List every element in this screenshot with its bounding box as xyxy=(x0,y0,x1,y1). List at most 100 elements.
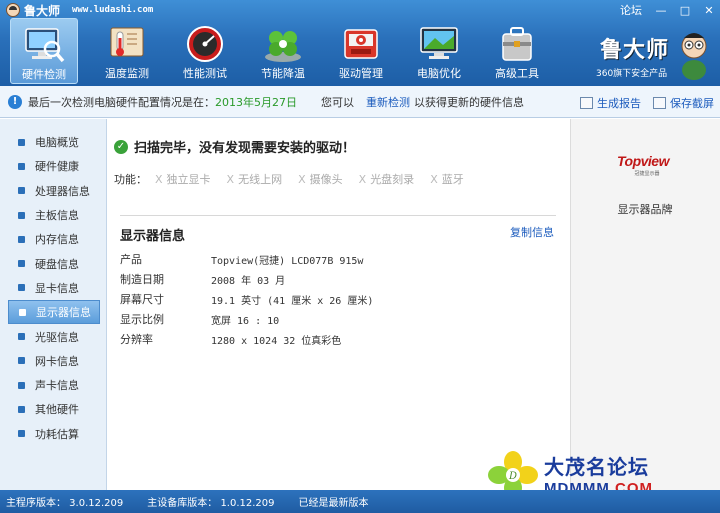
main-version: 主程序版本： 3.0.12.209 xyxy=(6,498,124,509)
cross-icon: X xyxy=(155,173,163,186)
app-url: www.ludashi.com xyxy=(72,5,154,15)
toolbox-icon xyxy=(502,27,532,61)
clover-icon xyxy=(265,31,301,62)
nav-label: 电脑优化 xyxy=(417,67,461,80)
bullet-icon xyxy=(18,430,25,438)
feature-item: X 蓝牙 xyxy=(430,173,464,186)
bullet-icon xyxy=(18,333,25,341)
nav-performance[interactable]: 性能测试 xyxy=(166,18,244,84)
info-suffix-text: 以获得更新的硬件信息 xyxy=(414,95,524,109)
sidebar: 电脑概览 硬件健康 处理器信息 主板信息 内存信息 硬盘信息 显卡信息 显示器信… xyxy=(0,119,107,490)
vendor-panel: Topview 冠捷显示器 显示器品牌 xyxy=(570,119,720,490)
nav-optimize[interactable]: 电脑优化 xyxy=(400,18,478,84)
features-label: 功能： xyxy=(114,173,147,186)
nav-energy[interactable]: 节能降温 xyxy=(244,18,322,84)
update-status: 已经是最新版本 xyxy=(298,498,369,509)
window-controls: 论坛 — □ ✕ xyxy=(620,2,716,18)
sidebar-item-power[interactable]: 功耗估算 xyxy=(0,422,106,446)
property-key: 制造日期 xyxy=(120,273,164,286)
sidebar-item-memory[interactable]: 内存信息 xyxy=(0,227,106,251)
bullet-icon xyxy=(18,405,25,413)
section-divider xyxy=(120,215,556,216)
vendor-caption: 显示器品牌 xyxy=(617,203,673,216)
nav-label: 硬件检测 xyxy=(22,68,66,81)
sidebar-item-label: 电脑概览 xyxy=(35,136,79,150)
bullet-icon xyxy=(18,162,25,170)
app-header: 鲁大师 www.ludashi.com 论坛 — □ ✕ 硬件检测 温度监测 性… xyxy=(0,0,720,86)
bullet-icon xyxy=(18,235,25,243)
property-row: 产品 Topview(冠捷) LCD077B 915w xyxy=(120,249,373,269)
nav-temperature[interactable]: 温度监测 xyxy=(88,18,166,84)
sidebar-item-monitor[interactable]: 显示器信息 xyxy=(8,300,100,325)
generate-report-label: 生成报告 xyxy=(597,97,641,110)
sidebar-item-disk[interactable]: 硬盘信息 xyxy=(0,251,106,275)
vendor-logo-text: Topview xyxy=(617,153,670,169)
minimize-icon[interactable]: — xyxy=(654,4,668,16)
driver-box-icon xyxy=(344,29,378,59)
cross-icon: X xyxy=(226,173,235,186)
property-row: 分辨率 1280 x 1024 32 位真彩色 xyxy=(120,329,373,349)
property-value: 19.1 英寸 (41 厘米 x 26 厘米) xyxy=(211,295,374,307)
property-row: 制造日期 2008 年 03 月 xyxy=(120,269,373,289)
sidebar-item-label: 硬件健康 xyxy=(35,160,79,174)
thermometer-icon xyxy=(110,27,144,57)
sidebar-item-motherboard[interactable]: 主板信息 xyxy=(0,203,106,227)
bullet-icon xyxy=(18,284,25,292)
sidebar-item-other[interactable]: 其他硬件 xyxy=(0,397,106,421)
sidebar-item-label: 显卡信息 xyxy=(35,281,79,295)
check-icon: ✓ xyxy=(114,139,128,154)
sidebar-item-health[interactable]: 硬件健康 xyxy=(0,154,106,178)
info-middle-text: 您可以 xyxy=(321,95,354,109)
cross-icon: X xyxy=(430,173,438,186)
property-key: 显示比例 xyxy=(120,313,164,326)
nav-label: 温度监测 xyxy=(105,67,149,80)
nav-driver[interactable]: 驱动管理 xyxy=(322,18,400,84)
app-title: 鲁大师 xyxy=(24,3,61,18)
speedometer-icon xyxy=(187,26,223,62)
title-bar: 鲁大师 www.ludashi.com xyxy=(6,2,153,18)
property-row: 显示比例 宽屏 16 : 10 xyxy=(120,309,373,329)
sidebar-item-gpu[interactable]: 显卡信息 xyxy=(0,276,106,300)
sidebar-item-overview[interactable]: 电脑概览 xyxy=(0,130,106,154)
sidebar-item-label: 网卡信息 xyxy=(35,354,79,368)
sidebar-item-sound[interactable]: 声卡信息 xyxy=(0,373,106,397)
cross-icon: X xyxy=(298,173,306,186)
app-logo-icon xyxy=(6,3,20,17)
sidebar-item-label: 处理器信息 xyxy=(35,184,90,198)
nav-label: 性能测试 xyxy=(183,67,227,80)
recheck-link[interactable]: 重新检测 xyxy=(366,94,410,110)
sidebar-item-label: 内存信息 xyxy=(35,233,79,247)
copy-info-link[interactable]: 复制信息 xyxy=(510,224,554,240)
last-check-date: 2013年5月27日 xyxy=(215,95,297,109)
vendor-logo: Topview 冠捷显示器 xyxy=(617,153,677,181)
nav-label: 驱动管理 xyxy=(339,67,383,80)
property-value: 宽屏 16 : 10 xyxy=(211,315,280,327)
sidebar-item-network[interactable]: 网卡信息 xyxy=(0,349,106,373)
save-screenshot-label: 保存截屏 xyxy=(670,97,714,110)
info-icon: ! xyxy=(8,94,22,109)
watermark-title: 大茂名论坛 xyxy=(544,455,649,479)
generate-report-button[interactable]: 生成报告 xyxy=(580,95,641,111)
sidebar-item-optical[interactable]: 光驱信息 xyxy=(0,324,106,348)
nav-hardware-detect[interactable]: 硬件检测 xyxy=(10,18,78,84)
sidebar-item-cpu[interactable]: 处理器信息 xyxy=(0,179,106,203)
db-version: 主设备库版本： 1.0.12.209 xyxy=(147,498,275,509)
hardware-detect-icon xyxy=(25,28,65,63)
maximize-icon[interactable]: □ xyxy=(678,4,692,16)
nav-label: 高级工具 xyxy=(495,67,539,80)
bullet-icon xyxy=(18,357,25,365)
nav-advanced-tools[interactable]: 高级工具 xyxy=(478,18,556,84)
report-icon xyxy=(580,97,593,109)
forum-link[interactable]: 论坛 xyxy=(620,2,642,18)
feature-item: X 独立显卡 xyxy=(155,173,211,186)
close-icon[interactable]: ✕ xyxy=(702,4,716,16)
sidebar-item-label: 显示器信息 xyxy=(36,306,91,320)
info-bar: ! 最后一次检测电脑硬件配置情况是在： 2013年5月27日 您可以 重新检测 … xyxy=(0,86,720,118)
property-value: Topview(冠捷) LCD077B 915w xyxy=(211,255,364,267)
property-key: 分辨率 xyxy=(120,333,153,346)
cross-icon: X xyxy=(358,173,367,186)
save-screenshot-button[interactable]: 保存截屏 xyxy=(653,95,714,111)
main-content: ✓ 扫描完毕，没有发现需要安装的驱动！ 功能： X 独立显卡 X 无线上网 X 摄像头… xyxy=(108,119,570,490)
feature-item: X 摄像头 xyxy=(298,173,343,186)
brand-tagline: 360旗下安全产品 xyxy=(596,69,668,79)
